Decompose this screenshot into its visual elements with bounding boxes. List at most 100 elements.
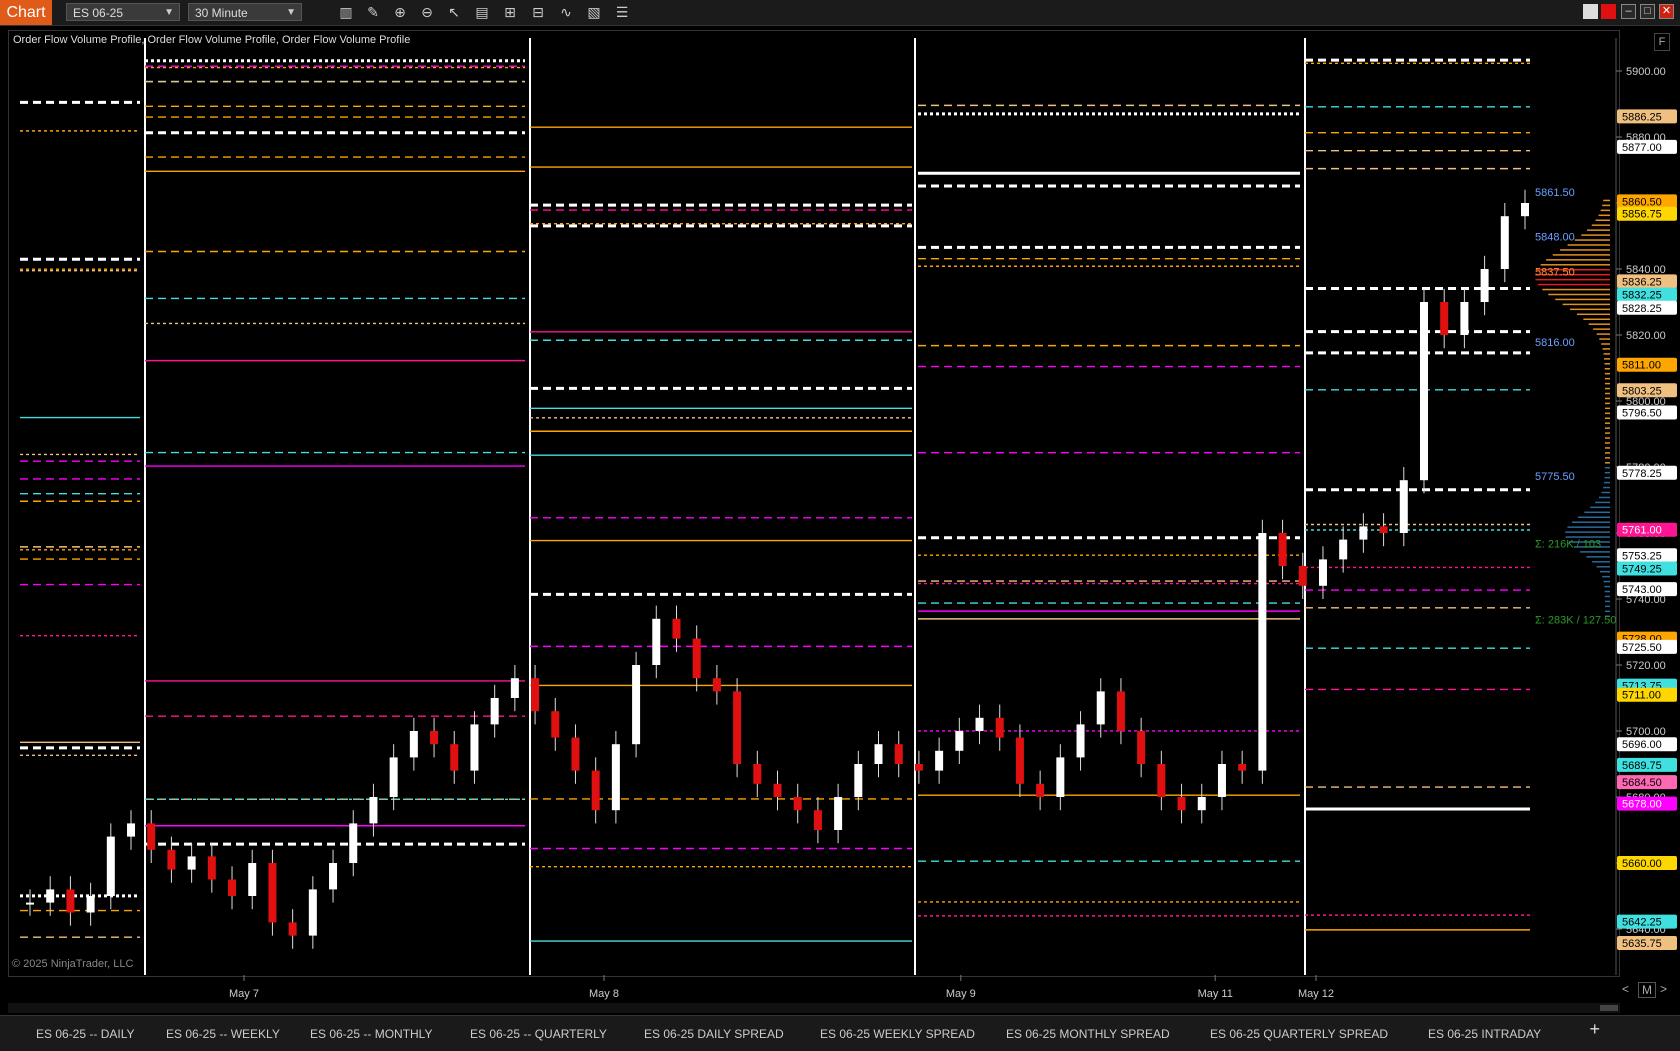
profile-bar [1604,377,1610,380]
profile-bar [1604,358,1610,360]
candle-body [611,744,620,811]
price-marker: 5743.00 [1617,582,1677,597]
price-marker-label: 5743.00 [1622,584,1662,596]
f-button[interactable]: F [1654,33,1670,51]
profile-bar [1604,422,1610,424]
time-axis[interactable]: May 7 May 8 May 9 May 11 May 12 [229,975,1334,1000]
scroll-right-icon[interactable]: > [1660,982,1667,996]
tab-monthly-spread[interactable]: ES 06-25 MONTHLY SPREAD [998,1022,1178,1046]
price-marker: 5778.25 [1617,465,1677,480]
add-tab-button[interactable]: + [1589,1019,1600,1040]
price-marker-label: 5803.25 [1622,385,1662,397]
candle-body [369,797,378,824]
tab-intraday[interactable]: ES 06-25 INTRADAY [1420,1022,1549,1046]
candle-body [995,717,1004,738]
profile-bar [1604,442,1610,444]
candle-body [1238,764,1247,771]
tab-weekly[interactable]: ES 06-25 -- WEEKLY [158,1022,288,1046]
profile-bar [1604,605,1610,608]
profile-value-label: Σ: 283K / 127.50 [1535,614,1616,626]
profile-bar [1604,457,1610,459]
profile-bar [1574,239,1610,241]
profile-bar [1604,610,1610,613]
candle-body [914,764,923,771]
price-marker: 5642.25 [1617,914,1677,929]
price-marker-label: 5832.25 [1622,290,1662,302]
candle-body [430,731,439,745]
price-tick-label: 5720.00 [1626,660,1666,672]
horizontal-scrollbar[interactable] [8,1003,1620,1013]
candle-body [1217,764,1226,797]
time-tick-label: May 9 [946,988,976,1000]
time-tick-label: May 8 [589,988,619,1000]
candle-body [894,744,903,764]
mode-button[interactable]: M [1638,982,1656,998]
price-marker-label: 5749.25 [1622,563,1662,575]
profile-bar [1580,551,1610,553]
profile-bar [1546,259,1610,261]
price-marker: 5689.75 [1617,757,1677,772]
chart-canvas[interactable]: 5861.50 5848.00 5837.50 5816.00 5775.50 Σ: 21… [0,0,1680,1015]
candle-body [1399,480,1408,533]
price-marker-label: 5860.50 [1622,196,1662,208]
candle-body [46,889,55,903]
tab-weekly-spread[interactable]: ES 06-25 WEEKLY SPREAD [812,1022,983,1046]
price-marker-label: 5635.75 [1622,938,1662,950]
candle-body [874,744,883,764]
profile-bar [1595,219,1610,221]
price-marker: 5761.00 [1617,522,1677,537]
profile-bar [1604,387,1610,390]
candle-body [1096,691,1105,725]
candle-body [329,863,338,890]
candle-body [106,836,115,896]
profile-bar [1603,353,1610,355]
price-marker-label: 5886.25 [1622,111,1662,123]
price-marker: 5877.00 [1617,139,1677,154]
candle-body [652,618,661,665]
candle-body [1116,691,1125,731]
candle-body [470,724,479,771]
scroll-left-icon[interactable]: < [1622,982,1629,996]
profile-bar [1592,561,1610,563]
profile-bar [1604,590,1610,593]
price-marker-label: 5684.50 [1622,777,1662,789]
candle-body [591,770,600,811]
profile-bar [1602,204,1610,207]
profile-bar [1604,402,1610,405]
candle-body [1137,731,1146,764]
price-marker-label: 5753.25 [1622,550,1662,562]
candle-body [753,764,762,784]
scrollbar-thumb[interactable] [1600,1005,1618,1011]
price-marker: 5836.25 [1617,274,1677,289]
price-marker-label: 5877.00 [1622,142,1662,154]
profile-value-label: Σ: 216K / 103 [1535,539,1601,551]
profile-bar [1604,412,1610,415]
tab-daily-spread[interactable]: ES 06-25 DAILY SPREAD [636,1022,792,1046]
price-axis[interactable]: 5900.005880.005860.005840.005820.005800.… [1615,38,1677,975]
candle-body [1278,533,1287,566]
profile-bar [1603,199,1610,202]
profile-value-label: 5816.00 [1535,337,1575,349]
candle-body [692,638,701,679]
candle-body [632,665,641,745]
price-candles [26,189,1529,949]
candle-body [955,731,964,751]
profile-bar [1604,407,1610,410]
profile-bar [1587,229,1610,231]
tab-quarterly-spread[interactable]: ES 06-25 QUARTERLY SPREAD [1202,1022,1396,1046]
profile-bar [1604,471,1610,474]
candle-body [207,856,216,880]
price-marker: 5725.50 [1617,639,1677,654]
price-marker: 5860.50 [1617,194,1677,209]
profile-bar [1577,313,1610,316]
price-marker-label: 5642.25 [1622,917,1662,929]
tab-monthly[interactable]: ES 06-25 -- MONTHLY [302,1022,440,1046]
tab-daily[interactable]: ES 06-25 -- DAILY [28,1022,142,1046]
candle-body [773,783,782,797]
profile-bar [1604,467,1610,469]
profile-bar [1596,333,1610,335]
candle-body [268,863,277,923]
price-marker: 5886.25 [1617,109,1677,124]
tab-quarterly[interactable]: ES 06-25 -- QUARTERLY [462,1022,615,1046]
candle-body [834,797,843,830]
